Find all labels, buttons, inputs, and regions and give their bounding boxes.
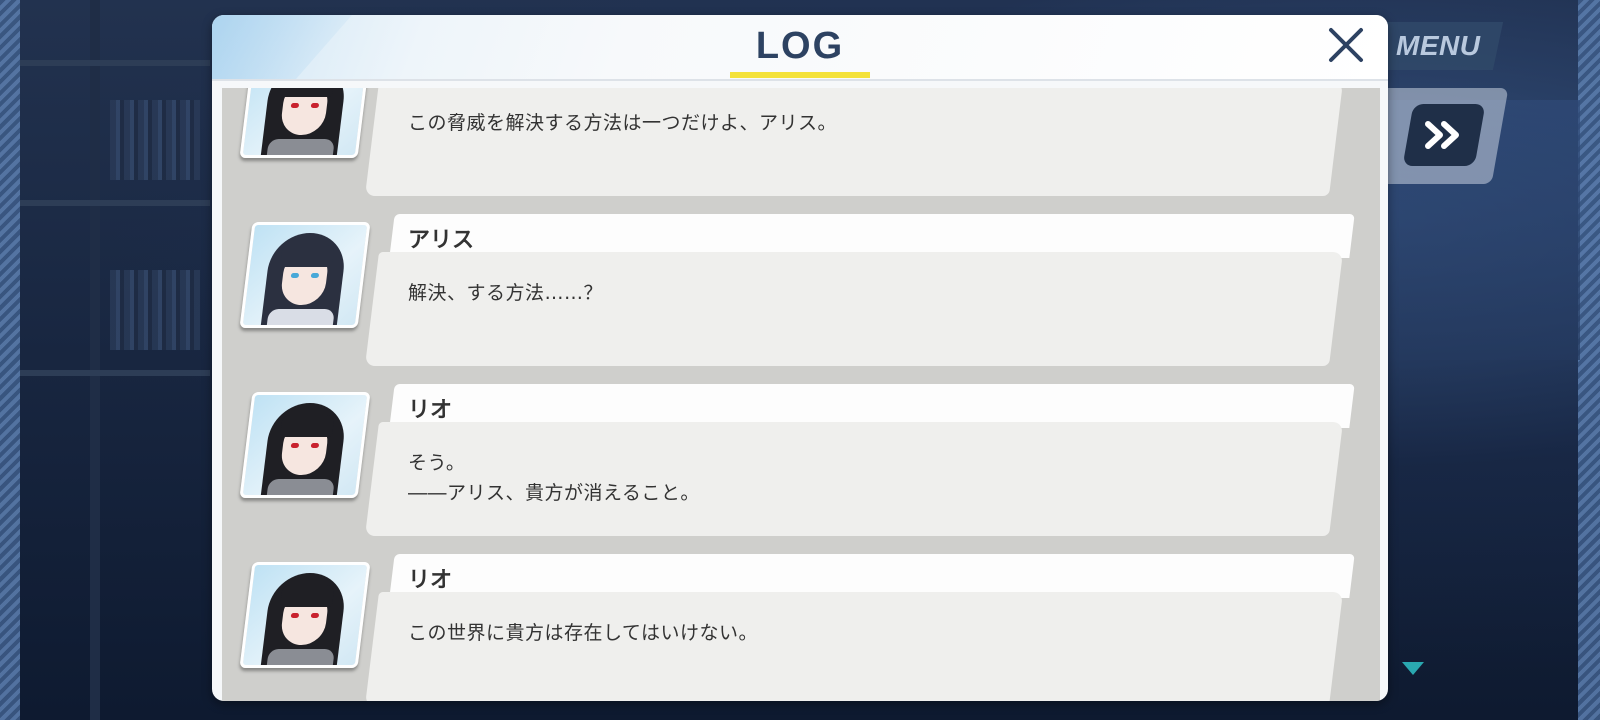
dialogue-line: 解決、する方法……？ (408, 282, 604, 304)
log-title: LOG (755, 25, 845, 67)
log-entry: リオ そう。 ――アリス、貴方が消えること。 (222, 380, 1380, 538)
character-portrait (239, 392, 371, 498)
shelf (20, 60, 210, 66)
right-border-stripe (1578, 0, 1600, 720)
speaker-name: リオ (408, 568, 453, 593)
shelf (20, 370, 210, 376)
log-panel: LOG この脅威を解決する方法は一つだけよ、アリス。 アリス 解決、する方法……… (212, 15, 1388, 701)
fast-forward-button[interactable] (1402, 104, 1486, 166)
dialogue-box (365, 252, 1343, 366)
log-header: LOG (212, 15, 1388, 81)
log-entry: リオ この世界に貴方は存在してはいけない。 (222, 550, 1380, 701)
dialogue-box (365, 592, 1343, 701)
fast-forward-icon (1425, 121, 1459, 149)
character-portrait (239, 562, 371, 668)
shelf-pole (90, 0, 100, 720)
log-entry: アリス 解決、する方法……？ (222, 210, 1380, 368)
left-border-stripe (0, 0, 20, 720)
dialogue-line: この世界に貴方は存在してはいけない。 (408, 622, 759, 644)
log-list[interactable]: この脅威を解決する方法は一つだけよ、アリス。 アリス 解決、する方法……？ リオ… (222, 88, 1380, 701)
menu-label: MENU (1395, 30, 1481, 61)
dialogue-line: ――アリス、貴方が消えること。 (408, 482, 700, 504)
log-entry: この脅威を解決する方法は一つだけよ、アリス。 (222, 88, 1380, 198)
close-icon (1329, 28, 1363, 62)
dialogue-line: そう。 (408, 452, 466, 474)
character-portrait (239, 88, 371, 158)
close-button[interactable] (1326, 25, 1366, 65)
title-underline (730, 72, 870, 78)
menu-button[interactable]: MENU (1372, 22, 1504, 70)
books (110, 100, 200, 180)
dialogue-box (365, 88, 1343, 196)
speaker-name: アリス (408, 228, 475, 253)
character-portrait (239, 222, 371, 328)
shelf (20, 200, 210, 206)
speaker-name: リオ (408, 398, 453, 423)
dialogue-line: この脅威を解決する方法は一つだけよ、アリス。 (408, 112, 838, 134)
scroll-down-indicator[interactable] (1402, 662, 1424, 675)
books (110, 270, 200, 350)
